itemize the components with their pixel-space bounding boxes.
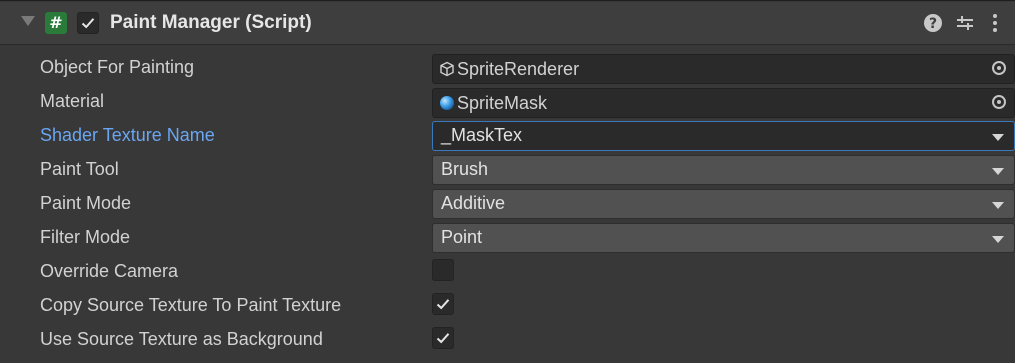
component-header[interactable]: # Paint Manager (Script) ? [0,2,1015,45]
checkmark-icon [436,299,450,310]
shader-texture-name-label: Shader Texture Name [40,125,215,145]
filter-mode-value: Point [441,227,483,247]
filter-mode-dropdown[interactable]: Point [432,223,1015,253]
checkmark-icon [436,333,450,344]
filter-mode-label: Filter Mode [40,227,131,247]
svg-text:?: ? [929,16,937,32]
paint-mode-dropdown[interactable]: Additive [432,189,1015,219]
inspector-component-panel: # Paint Manager (Script) ? Object For Pa… [0,0,1015,363]
object-for-painting-label: Object For Painting [40,57,195,77]
help-icon[interactable]: ? [923,13,943,33]
copy-source-texture-checkbox[interactable] [432,293,454,315]
material-value: SpriteMask [457,93,548,113]
use-source-texture-bg-label: Use Source Texture as Background [40,329,323,349]
shader-texture-name-dropdown[interactable]: _MaskTex [432,121,1015,151]
foldout-arrow-icon[interactable] [21,16,35,26]
object-for-painting-field[interactable]: SpriteRenderer [432,54,1015,84]
dropdown-arrow-icon [992,134,1004,141]
more-options-icon[interactable] [991,13,999,33]
dropdown-arrow-icon [992,168,1004,175]
use-source-texture-bg-checkbox[interactable] [432,327,454,349]
component-enabled-checkbox[interactable] [77,12,99,34]
material-label: Material [40,91,105,111]
shader-texture-name-value: _MaskTex [441,125,523,145]
paint-tool-label: Paint Tool [40,159,119,179]
script-icon: # [45,12,67,34]
checkmark-icon [81,18,95,29]
dropdown-arrow-icon [992,236,1004,243]
paint-tool-dropdown[interactable]: Brush [432,155,1015,185]
material-picker-icon[interactable] [992,95,1006,109]
material-field[interactable]: SpriteMask [432,88,1015,118]
cube-icon [440,61,454,77]
component-title: Paint Manager (Script) [110,12,312,33]
object-picker-icon[interactable] [992,61,1006,75]
presets-icon[interactable] [955,13,975,33]
dropdown-arrow-icon [992,202,1004,209]
object-for-painting-value: SpriteRenderer [457,59,580,79]
override-camera-checkbox[interactable] [432,259,454,281]
paint-mode-value: Additive [441,193,506,213]
override-camera-label: Override Camera [40,261,179,281]
paint-mode-label: Paint Mode [40,193,132,213]
paint-tool-value: Brush [441,159,489,179]
material-sphere-icon [440,96,454,110]
copy-source-texture-label: Copy Source Texture To Paint Texture [40,295,342,315]
